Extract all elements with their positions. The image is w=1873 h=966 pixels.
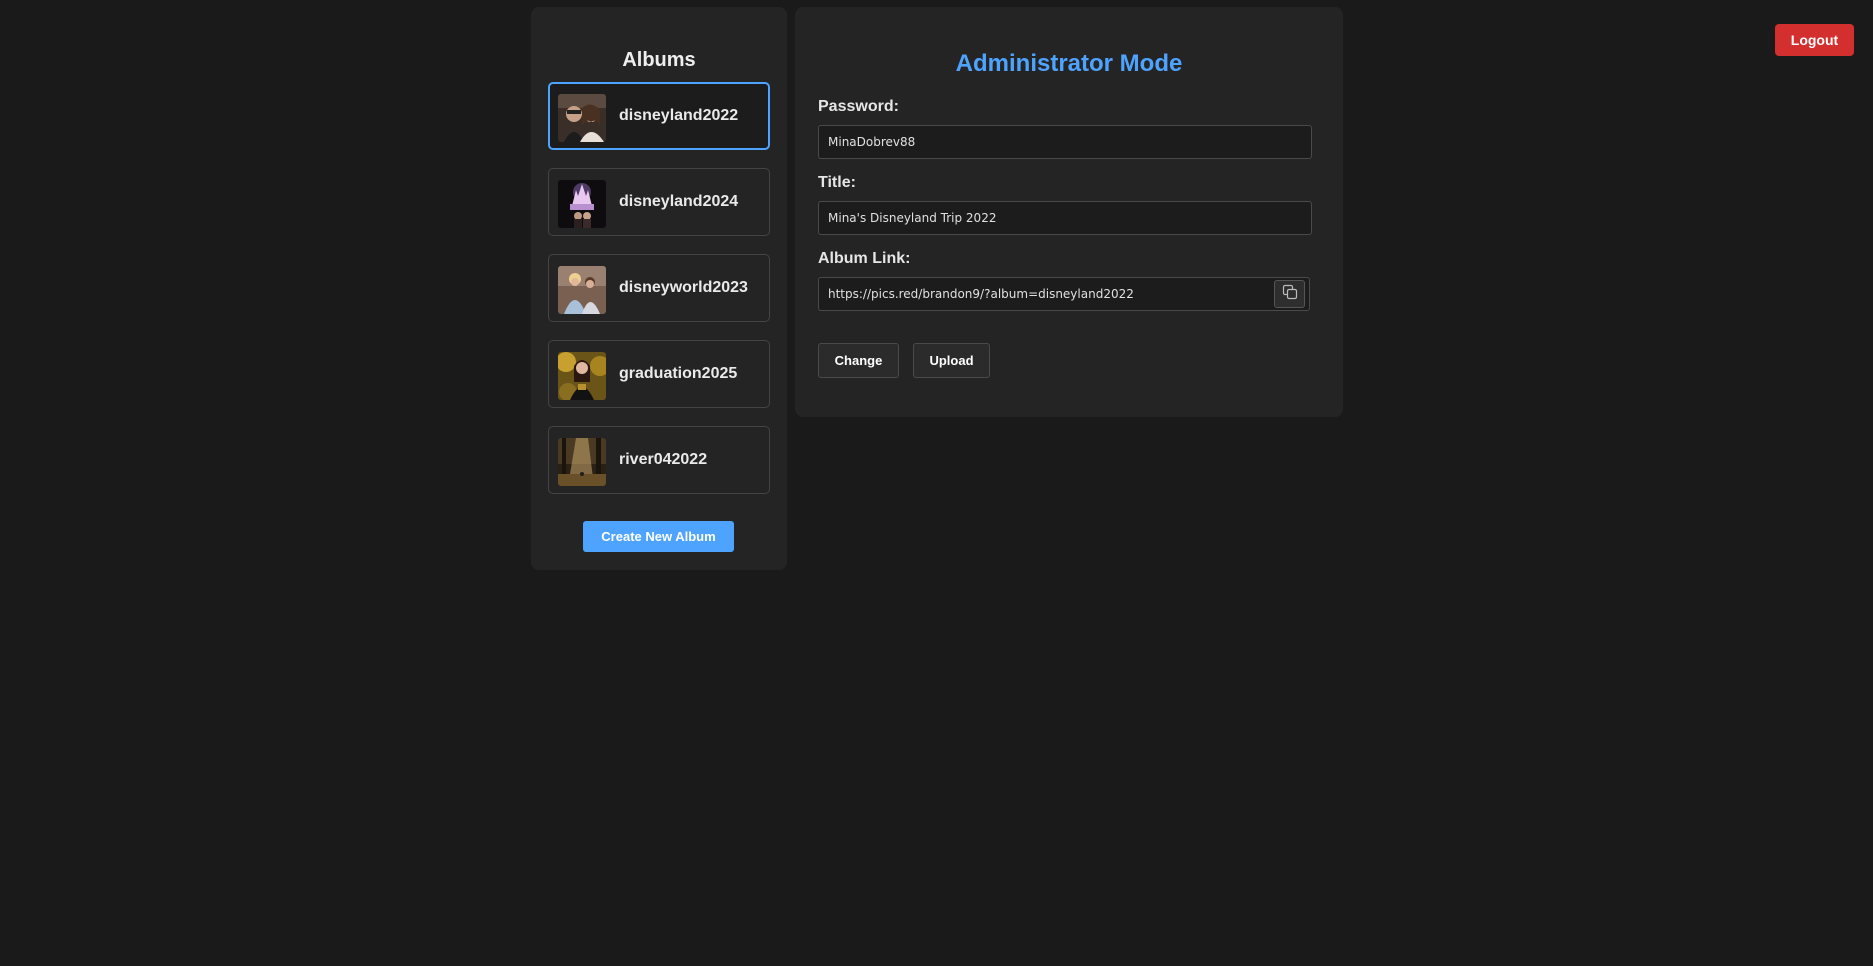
password-input[interactable] — [818, 125, 1312, 159]
logout-button[interactable]: Logout — [1775, 24, 1854, 56]
title-label: Title: — [818, 174, 856, 191]
album-list: disneyland2022 disneyland2024 disneyworl… — [548, 82, 770, 512]
admin-panel: Administrator Mode Password: Title: Albu… — [795, 7, 1343, 417]
album-name: river042022 — [619, 451, 708, 468]
album-item-river042022[interactable]: river042022 — [548, 426, 770, 494]
album-item-disneyland2022[interactable]: disneyland2022 — [548, 82, 770, 150]
album-link-label: Album Link: — [818, 250, 911, 267]
copy-link-button[interactable] — [1274, 280, 1305, 308]
albums-title: Albums — [622, 49, 696, 71]
albums-sidebar: Albums disneyland2022 disneyland2024 dis… — [531, 7, 787, 570]
album-thumbnail — [558, 94, 606, 142]
title-input[interactable] — [818, 201, 1312, 235]
password-label: Password: — [818, 98, 899, 115]
album-thumbnail — [558, 266, 606, 314]
album-name: disneyland2024 — [619, 193, 739, 210]
copy-icon — [1282, 284, 1298, 305]
album-name: disneyland2022 — [619, 107, 739, 124]
album-item-disneyworld2023[interactable]: disneyworld2023 — [548, 254, 770, 322]
album-thumbnail — [558, 352, 606, 400]
album-name: disneyworld2023 — [619, 279, 748, 296]
upload-button[interactable]: Upload — [913, 343, 990, 378]
admin-title: Administrator Mode — [955, 50, 1183, 77]
album-link-input[interactable] — [818, 277, 1310, 311]
create-album-button[interactable]: Create New Album — [583, 521, 734, 552]
album-name: graduation2025 — [619, 365, 738, 382]
album-thumbnail — [558, 180, 606, 228]
album-item-disneyland2024[interactable]: disneyland2024 — [548, 168, 770, 236]
album-item-graduation2025[interactable]: graduation2025 — [548, 340, 770, 408]
change-button[interactable]: Change — [818, 343, 899, 378]
album-thumbnail — [558, 438, 606, 486]
